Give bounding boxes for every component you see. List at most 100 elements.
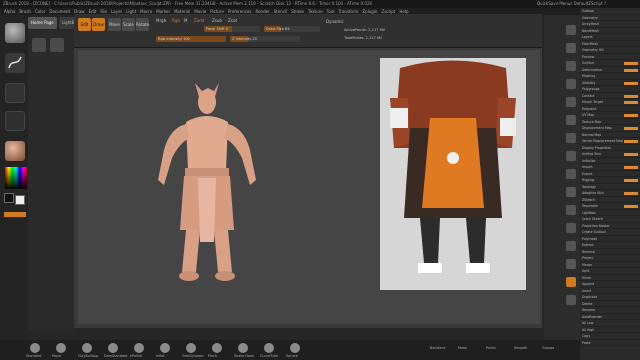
shelf-spix-3-button[interactable] — [566, 43, 576, 53]
brush-inflat-icon[interactable] — [160, 343, 170, 353]
shelf-frame-button[interactable] — [566, 187, 576, 197]
palette-row-label: Delete — [582, 301, 593, 306]
brush-label: hPolish — [130, 354, 142, 358]
brush-damstandard-icon[interactable] — [108, 343, 118, 353]
palette-row-label: ZSketch — [582, 197, 595, 202]
palette-row-label: Polygroups — [582, 87, 600, 91]
stroke-dots-icon[interactable] — [5, 53, 25, 73]
alpha-off-icon[interactable] — [5, 83, 25, 103]
zsub-toggle[interactable]: Zsub — [212, 18, 222, 23]
palette-row-label: Append — [582, 282, 595, 286]
palette-row-label: Extract — [582, 243, 594, 247]
palette-row-indicator — [624, 140, 638, 143]
bottom-toggle-polish[interactable]: Polish — [486, 346, 496, 350]
shelf-floor-button[interactable] — [566, 151, 576, 161]
shelf-transp-button[interactable] — [566, 259, 576, 269]
tab-home-page[interactable]: Home Page — [28, 17, 57, 29]
texture-off-icon[interactable] — [5, 111, 25, 131]
title-right-status[interactable]: QuickSave Menus DefaultZScript ? — [537, 0, 606, 8]
bottom-toggle-backface[interactable]: Backface — [430, 346, 445, 350]
z-intensity-slider[interactable]: Z Intensity 25 — [230, 36, 300, 42]
material-icon[interactable] — [5, 141, 25, 161]
bottom-toggle-mask[interactable]: Mask — [458, 346, 467, 350]
shelf-local-button[interactable] — [566, 169, 576, 179]
color-picker[interactable] — [5, 167, 27, 189]
zcut-toggle[interactable]: Zcut — [228, 18, 237, 23]
shelf-xpose-button[interactable] — [566, 295, 576, 305]
brush-move-icon[interactable] — [56, 343, 66, 353]
palette-row-label: Initialize — [582, 158, 596, 163]
draw-size-slider[interactable]: Draw Size 64 — [264, 26, 320, 32]
edit-button[interactable]: Edit — [78, 18, 91, 31]
mrgb-toggle[interactable]: Mrgb — [156, 18, 166, 23]
palette-row-label: Quick Sketch — [582, 217, 603, 221]
ref-left-bandage — [390, 108, 408, 128]
shelf-aahalf-button[interactable] — [566, 115, 576, 125]
palette-row-label: Mirror — [582, 275, 592, 280]
palette-row-indicator — [624, 62, 638, 65]
palette-row-label: Duplicate — [582, 295, 598, 299]
rgb-toggle[interactable]: Rgb — [172, 18, 180, 23]
live-boolean-icon[interactable] — [50, 38, 64, 52]
bottom-toggle-groups[interactable]: Groups — [542, 346, 554, 350]
palette-row-indicator — [624, 153, 638, 156]
brush-claybuildup-icon[interactable] — [82, 343, 92, 353]
palette-row-label: Tessimate — [582, 204, 598, 208]
total-points-readout: TotalPoints: 2,117 Mil — [344, 36, 383, 40]
palette-row-label: Polypaint — [582, 106, 597, 111]
shelf-scroll-button[interactable] — [566, 61, 576, 71]
draw-button[interactable]: Draw — [92, 18, 105, 31]
palette-row-label: Lightbox — [582, 210, 596, 215]
rgb-intensity-slider[interactable]: Rgb Intensity 100 — [156, 36, 226, 42]
brush-pinch-icon[interactable] — [212, 343, 222, 353]
rotate-button[interactable]: Rotate — [136, 18, 149, 31]
right-shelf — [544, 15, 580, 345]
zadd-toggle[interactable]: Zadd — [194, 18, 204, 23]
focal-shift-slider[interactable]: Focal Shift 0 — [204, 26, 260, 32]
brush-curvetube-icon[interactable] — [264, 343, 274, 353]
palette-row-label: Masking — [582, 74, 596, 78]
palette-row-label: Rename — [582, 308, 596, 312]
shelf-zoom3d-button[interactable] — [566, 223, 576, 233]
palette-row-indicator — [624, 179, 638, 182]
secondary-color-swatch[interactable] — [15, 195, 25, 205]
menu-item-brush[interactable]: Brush — [19, 8, 31, 15]
brush-standard-icon[interactable] — [5, 23, 25, 43]
brush-standard-icon[interactable] — [30, 343, 40, 353]
sculpt-torso — [186, 116, 228, 175]
right-tray-tool-palette: Subtool Geometry ArrayMesh NanoMesh Layers Fi… — [580, 8, 640, 360]
palette-row-label: Subtool — [582, 9, 595, 13]
brush-snake-hook-icon[interactable] — [238, 343, 248, 353]
shelf-actual-button[interactable] — [566, 97, 576, 107]
palette-row-label: Surface — [582, 61, 595, 65]
menu-item-document[interactable]: Document — [49, 8, 70, 15]
brush-hpolish-icon[interactable] — [134, 343, 144, 353]
shelf-persp-button[interactable] — [566, 133, 576, 143]
palette-row-label: Contact — [582, 93, 595, 98]
lightbox-icon[interactable] — [32, 38, 46, 52]
m-toggle[interactable]: M — [184, 18, 187, 23]
brush-sphere-icon[interactable] — [290, 343, 300, 353]
left-tray — [28, 30, 74, 330]
sculpt-right-foot — [215, 271, 235, 281]
shelf-rotate-button[interactable] — [566, 241, 576, 251]
sculpt-right-leg — [214, 230, 232, 272]
menu-item-alpha[interactable]: Alpha — [4, 8, 15, 15]
shelf-solo-button[interactable] — [566, 277, 576, 287]
shelf-zoom-button[interactable] — [566, 79, 576, 89]
palette-row-indicator — [624, 68, 638, 72]
palette-row-indicator — [624, 101, 638, 104]
shelf-bpr-button[interactable] — [566, 25, 576, 35]
switch-color-button[interactable] — [4, 212, 26, 217]
scale-button[interactable]: Scale — [122, 18, 135, 31]
palette-row-label: All High — [582, 327, 595, 332]
palette-row-label: Copy — [582, 334, 591, 338]
menu-item-color[interactable]: Color — [35, 8, 45, 15]
move-button[interactable]: Move — [108, 18, 121, 31]
palette-row-paste[interactable]: Paste — [580, 340, 640, 346]
dynamic-toggle[interactable]: Dynamic — [326, 19, 344, 24]
brush-trimdynamic-icon[interactable] — [186, 343, 196, 353]
primary-color-swatch[interactable] — [4, 193, 14, 203]
bottom-toggle-smooth[interactable]: Smooth — [514, 346, 527, 350]
shelf-move-button[interactable] — [566, 205, 576, 215]
